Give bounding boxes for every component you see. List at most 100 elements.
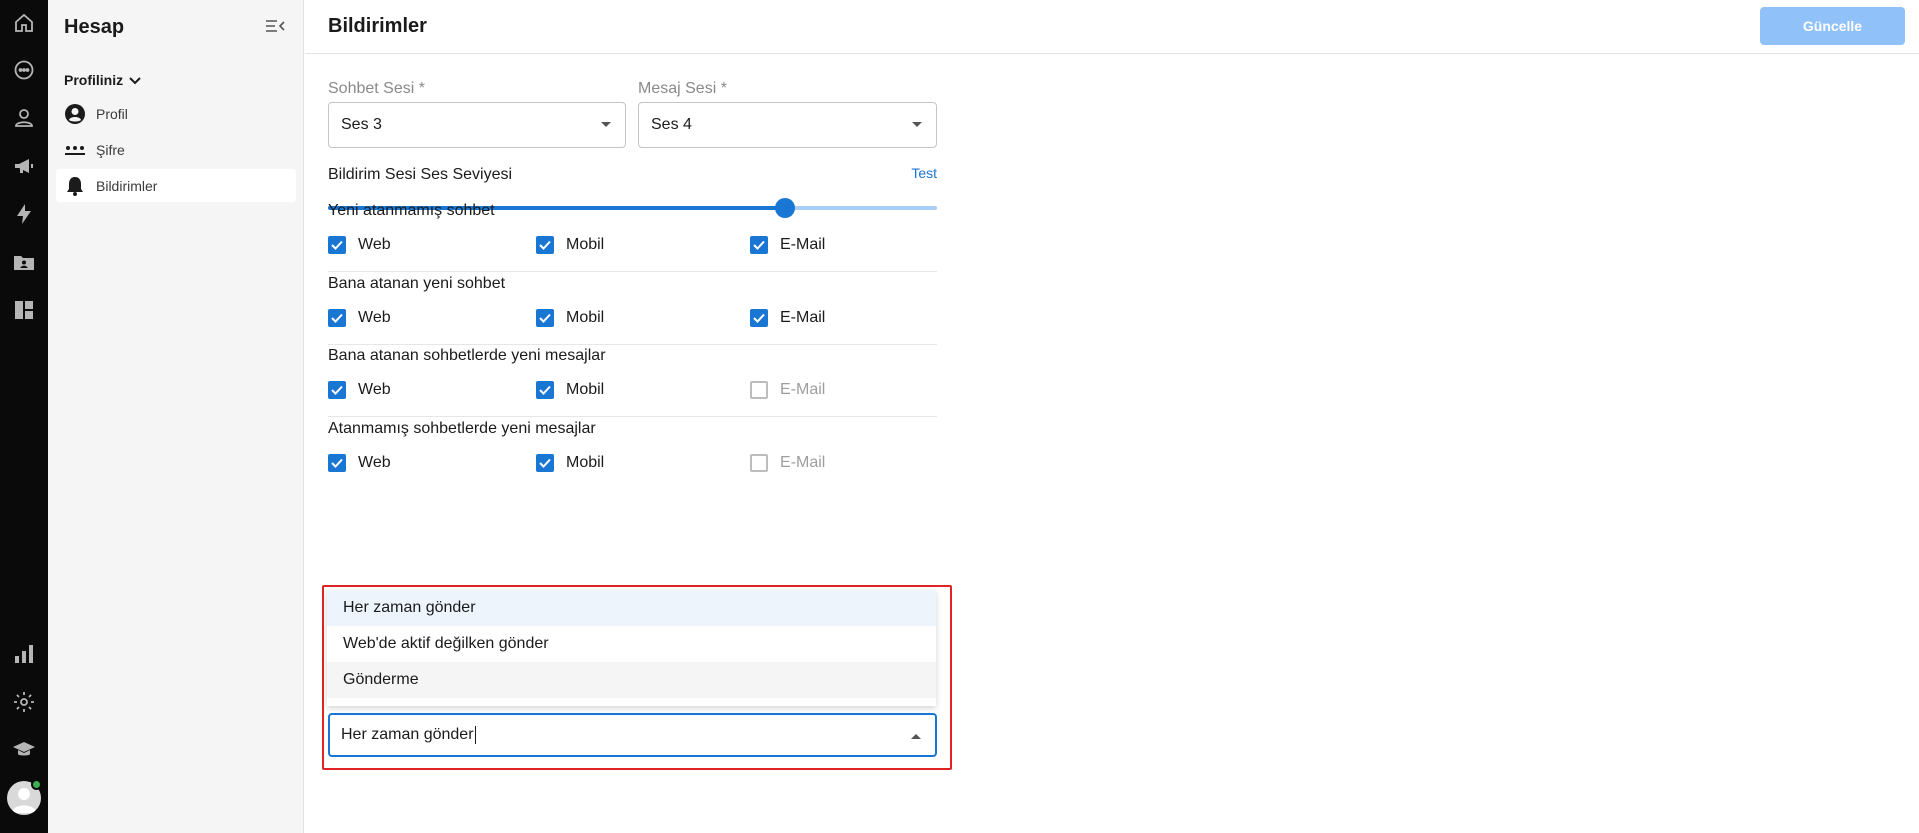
rail-chat-button[interactable] — [8, 54, 40, 86]
send-mode-combobox[interactable]: Her zaman gönder — [328, 713, 937, 757]
profile-section-toggle[interactable]: Profiliniz — [64, 72, 143, 88]
rail-home-button[interactable] — [8, 7, 40, 39]
page-header: Bildirimler Güncelle — [305, 0, 1919, 54]
checkbox-label: Web — [358, 236, 391, 253]
checkbox-label: Mobil — [566, 309, 605, 326]
send-mode-value: Her zaman gönder — [341, 726, 474, 743]
graduation-cap-icon — [13, 742, 35, 756]
chevron-down-icon — [129, 77, 141, 85]
channel-checkbox-web[interactable]: Web — [328, 236, 391, 254]
message-sound-value: Ses 4 — [651, 116, 692, 133]
checkbox-label: E-Mail — [780, 309, 826, 326]
channel-checkbox-email[interactable]: E-Mail — [750, 309, 825, 327]
checkmark-icon — [539, 240, 551, 250]
caret-up-icon — [911, 734, 921, 739]
checkbox-label: E-Mail — [780, 454, 826, 471]
checkbox-label: Web — [358, 309, 391, 326]
password-dots-icon — [65, 145, 85, 155]
sidebar-item-password[interactable]: Şifre — [56, 133, 296, 166]
checkmark-icon — [753, 313, 765, 323]
checkbox-checked-icon — [536, 236, 554, 254]
icon-rail — [0, 0, 48, 833]
bar-chart-icon — [15, 645, 33, 663]
checkbox-checked-icon — [328, 236, 346, 254]
chat-sound-select[interactable]: Ses 3 — [328, 102, 626, 148]
sidebar-title: Hesap — [64, 16, 125, 38]
checkmark-icon — [331, 313, 343, 323]
rail-files-button[interactable] — [8, 246, 40, 278]
menu-option-always[interactable]: Her zaman gönder — [327, 590, 936, 626]
checkmark-icon — [539, 313, 551, 323]
volume-label: Bildirim Sesi Ses Seviyesi — [328, 166, 513, 183]
rail-academy-button[interactable] — [8, 734, 40, 766]
channel-checkbox-mobil[interactable]: Mobil — [536, 381, 604, 399]
checkbox-checked-icon — [328, 309, 346, 327]
rail-automation-button[interactable] — [8, 198, 40, 230]
checkbox-checked-icon — [536, 309, 554, 327]
checkbox-empty-icon — [750, 454, 768, 472]
checkmark-icon — [539, 385, 551, 395]
settings-icon — [14, 692, 34, 712]
notification-group-title: Atanmamış sohbetlerde yeni mesajlar — [328, 420, 596, 437]
text-cursor — [474, 726, 476, 744]
channel-checkbox-email: E-Mail — [750, 381, 825, 399]
section-label: Profiliniz — [64, 72, 124, 88]
sidebar-item-notifications[interactable]: Bildirimler — [56, 169, 296, 202]
collapse-sidebar-icon[interactable] — [264, 16, 286, 36]
account-sidebar: Hesap Profiliniz Profil Şifre Bildirimle… — [48, 0, 304, 833]
checkbox-label: Mobil — [566, 381, 605, 398]
channel-checkbox-mobil[interactable]: Mobil — [536, 236, 604, 254]
channel-checkbox-mobil[interactable]: Mobil — [536, 454, 604, 472]
chat-sound-label: Sohbet Sesi * — [328, 80, 425, 97]
notification-channel-row: Web Mobil E-Mail — [328, 228, 937, 272]
checkbox-empty-icon — [750, 381, 768, 399]
checkmark-icon — [753, 240, 765, 250]
menu-option-never[interactable]: Gönderme — [327, 662, 936, 698]
home-icon — [15, 13, 33, 32]
rail-settings-button[interactable] — [8, 686, 40, 718]
chat-icon — [14, 60, 34, 80]
channel-checkbox-mobil[interactable]: Mobil — [536, 309, 604, 327]
checkbox-label: Mobil — [566, 236, 605, 253]
sidebar-item-label: Şifre — [96, 141, 125, 158]
channel-checkbox-web[interactable]: Web — [328, 309, 391, 327]
bolt-icon — [17, 204, 31, 224]
notification-channel-row: Web Mobil E-Mail — [328, 446, 937, 476]
send-mode-menu: Her zaman gönder Web'de aktif değilken g… — [327, 590, 936, 706]
checkbox-checked-icon — [328, 454, 346, 472]
checkmark-icon — [539, 458, 551, 468]
notification-group-title: Yeni atanmamış sohbet — [328, 202, 495, 219]
checkbox-label: Mobil — [566, 454, 605, 471]
checkmark-icon — [331, 385, 343, 395]
checkbox-label: E-Mail — [780, 236, 826, 253]
checkmark-icon — [331, 458, 343, 468]
notification-group-title: Bana atanan sohbetlerde yeni mesajlar — [328, 347, 606, 364]
volume-slider-thumb[interactable] — [775, 198, 795, 218]
channel-checkbox-web[interactable]: Web — [328, 381, 391, 399]
checkbox-checked-icon — [536, 454, 554, 472]
folder-user-icon — [14, 256, 34, 270]
update-button[interactable]: Güncelle — [1760, 7, 1905, 45]
dashboard-icon — [15, 301, 33, 319]
channel-checkbox-email[interactable]: E-Mail — [750, 236, 825, 254]
rail-campaigns-button[interactable] — [8, 150, 40, 182]
sidebar-item-profile[interactable]: Profil — [56, 97, 296, 130]
page-title: Bildirimler — [328, 15, 427, 37]
rail-contacts-button[interactable] — [8, 102, 40, 134]
caret-down-icon — [912, 122, 922, 127]
channel-checkbox-web[interactable]: Web — [328, 454, 391, 472]
checkbox-label: E-Mail — [780, 381, 826, 398]
menu-option-when-inactive[interactable]: Web'de aktif değilken gönder — [327, 626, 936, 662]
message-sound-label: Mesaj Sesi * — [638, 80, 727, 97]
channel-checkbox-email: E-Mail — [750, 454, 825, 472]
notification-channel-row: Web Mobil E-Mail — [328, 373, 937, 417]
test-sound-link[interactable]: Test — [911, 165, 937, 181]
checkbox-label: Web — [358, 454, 391, 471]
rail-dashboard-button[interactable] — [8, 294, 40, 326]
message-sound-select[interactable]: Ses 4 — [638, 102, 937, 148]
chat-sound-value: Ses 3 — [341, 116, 382, 133]
sidebar-item-label: Profil — [96, 105, 128, 122]
contacts-icon — [15, 109, 33, 127]
rail-reports-button[interactable] — [8, 638, 40, 670]
bell-icon — [67, 176, 83, 196]
